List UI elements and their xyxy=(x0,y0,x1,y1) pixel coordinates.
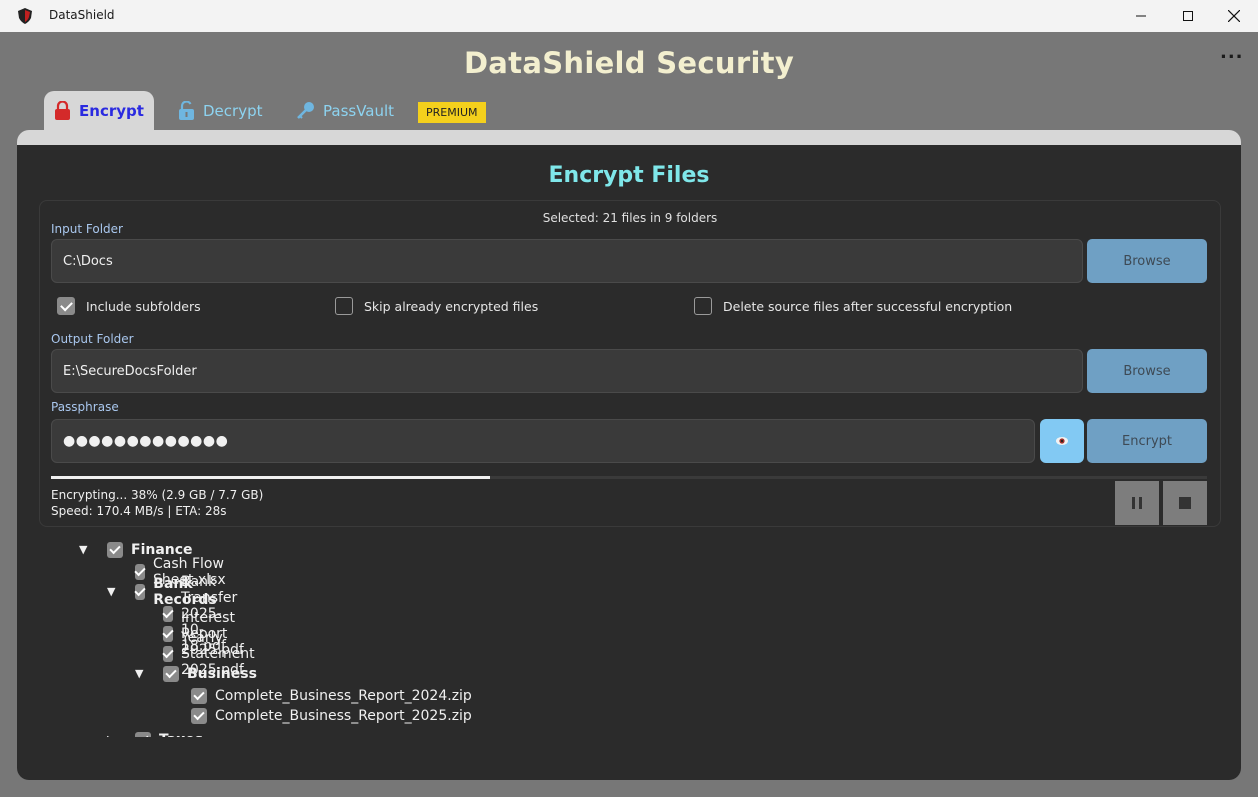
eye-icon xyxy=(1056,437,1068,445)
premium-badge[interactable]: PREMIUM xyxy=(418,102,486,123)
progress-status: Encrypting... 38% (2.9 GB / 7.7 GB) xyxy=(51,488,264,502)
app-title: DataShield Security xyxy=(463,46,795,80)
window-titlebar: DataShield xyxy=(0,0,1258,33)
progress-bar xyxy=(51,476,1207,479)
tree-folder-row[interactable]: Taxes xyxy=(135,730,203,737)
collapse-arrow-icon[interactable]: ▼ xyxy=(107,585,115,598)
encrypt-form: Selected: 21 files in 9 folders Input Fo… xyxy=(39,200,1221,527)
pause-button[interactable] xyxy=(1115,481,1159,525)
input-folder-value: C:\Docs xyxy=(63,253,113,269)
maximize-icon[interactable] xyxy=(1165,0,1211,32)
passphrase-label: Passphrase xyxy=(51,400,119,414)
window-body: DataShield Security ... Encrypt Decrypt … xyxy=(0,32,1258,797)
option-include-subfolders[interactable]: Include subfolders xyxy=(57,297,201,315)
skip-encrypted-checkbox[interactable] xyxy=(335,297,353,315)
more-options-button[interactable]: ... xyxy=(1220,42,1244,63)
tree-item-checkbox[interactable] xyxy=(163,646,173,662)
passphrase-field[interactable]: ●●●●●●●●●●●●● xyxy=(51,419,1035,463)
tree-item-checkbox[interactable] xyxy=(163,626,173,642)
tab-decrypt-label: Decrypt xyxy=(203,101,263,120)
expand-arrow-icon[interactable]: ▶ xyxy=(107,733,115,737)
selection-summary: Selected: 21 files in 9 folders xyxy=(542,211,718,225)
tree-file-row[interactable]: Complete_Business_Report_2024.zip xyxy=(191,686,472,706)
output-folder-field[interactable]: E:\SecureDocsFolder xyxy=(51,349,1083,393)
shield-app-icon xyxy=(18,8,32,24)
show-passphrase-button[interactable] xyxy=(1040,419,1084,463)
tree-item-checkbox[interactable] xyxy=(135,564,145,580)
tree-item-checkbox[interactable] xyxy=(107,542,123,558)
tree-item-checkbox[interactable] xyxy=(191,688,207,704)
lock-icon xyxy=(55,101,71,120)
tree-item-label: Taxes xyxy=(159,732,203,737)
tab-encrypt[interactable]: Encrypt xyxy=(44,91,154,130)
stop-button[interactable] xyxy=(1163,481,1207,525)
output-folder-value: E:\SecureDocsFolder xyxy=(63,363,197,379)
option-skip-encrypted[interactable]: Skip already encrypted files xyxy=(335,297,538,315)
window-title: DataShield xyxy=(49,8,115,22)
progress-fill xyxy=(51,476,491,479)
tree-item-label: Complete_Business_Report_2025.zip xyxy=(215,708,472,724)
encrypt-button[interactable]: Encrypt xyxy=(1087,419,1207,463)
pause-icon xyxy=(1132,497,1142,509)
tree-item-checkbox[interactable] xyxy=(135,732,151,737)
tree-folder-row[interactable]: Business xyxy=(163,664,257,684)
include-subfolders-label: Include subfolders xyxy=(86,298,201,314)
stop-icon xyxy=(1179,497,1191,509)
minimize-icon[interactable] xyxy=(1118,0,1164,32)
output-browse-button[interactable]: Browse xyxy=(1087,349,1207,393)
option-delete-source[interactable]: Delete source files after successful enc… xyxy=(694,297,1012,315)
unlock-icon xyxy=(179,101,194,120)
tree-item-checkbox[interactable] xyxy=(163,606,173,622)
key-icon xyxy=(297,102,314,119)
delete-source-label: Delete source files after successful enc… xyxy=(723,298,1013,314)
file-tree: ▼ Finance Cash Flow Sheet.xlsx ▼ Bank Record… xyxy=(17,530,1241,737)
tree-item-checkbox[interactable] xyxy=(135,584,146,600)
delete-source-checkbox[interactable] xyxy=(694,297,712,315)
tree-item-label: Business xyxy=(187,666,257,682)
close-icon[interactable] xyxy=(1211,0,1257,32)
passphrase-value: ●●●●●●●●●●●●● xyxy=(63,433,229,449)
tab-passvault-label: PassVault xyxy=(323,101,395,120)
progress-speed: Speed: 170.4 MB/s | ETA: 28s xyxy=(51,504,227,518)
tree-file-row[interactable]: Yearly Statement 2025.pdf xyxy=(163,630,261,678)
tab-encrypt-label: Encrypt xyxy=(79,101,144,120)
tree-file-row[interactable]: Complete_Business_Report_2025.zip xyxy=(191,706,472,726)
collapse-arrow-icon[interactable]: ▼ xyxy=(135,667,143,680)
skip-encrypted-label: Skip already encrypted files xyxy=(364,298,539,314)
input-folder-label: Input Folder xyxy=(51,222,123,236)
output-folder-label: Output Folder xyxy=(51,332,134,346)
collapse-arrow-icon[interactable]: ▼ xyxy=(79,543,87,556)
tab-decrypt[interactable]: Decrypt xyxy=(178,91,262,130)
tree-item-label: Complete_Business_Report_2024.zip xyxy=(215,688,472,704)
tab-passvault[interactable]: PassVault xyxy=(296,91,394,130)
panel-title: Encrypt Files xyxy=(548,163,710,188)
tree-item-checkbox[interactable] xyxy=(163,666,179,682)
input-browse-button[interactable]: Browse xyxy=(1087,239,1207,283)
input-folder-field[interactable]: C:\Docs xyxy=(51,239,1083,283)
include-subfolders-checkbox[interactable] xyxy=(57,297,75,315)
tree-item-checkbox[interactable] xyxy=(191,708,207,724)
